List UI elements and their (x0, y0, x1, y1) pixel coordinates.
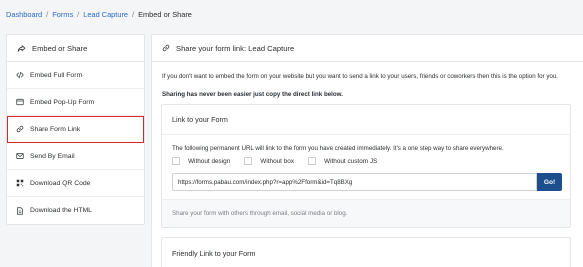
sidebar-item-label: Download the HTML (30, 207, 92, 214)
file-icon (15, 206, 24, 215)
intro-text: If you don't want to embed the form on y… (162, 73, 559, 80)
breadcrumb-dashboard[interactable]: Dashboard (6, 10, 42, 19)
code-icon (15, 71, 24, 80)
page-title: Share your form link: Lead Capture (176, 43, 295, 53)
qrcode-icon (15, 179, 24, 188)
sidebar-item-label: Embed Full Form (30, 71, 83, 79)
link-card: Link to your Form The following permanen… (161, 104, 571, 228)
breadcrumb-separator: / (77, 10, 80, 19)
sidebar-item-label: Embed Pop-Up Form (30, 98, 95, 106)
friendly-link-card-title: Friendly Link to your Form (172, 248, 256, 258)
option-without-custom-js[interactable]: Without custom JS (308, 157, 377, 165)
sidebar-item-label: Download QR Code (30, 179, 91, 187)
link-options: Without design Without box Without custo… (172, 157, 391, 165)
sidebar-item-embed-full-form[interactable]: Embed Full Form (7, 62, 144, 89)
sidebar-item-label: Send By Email (30, 152, 75, 160)
without-design-checkbox[interactable] (172, 157, 180, 165)
without-box-checkbox[interactable] (244, 157, 253, 165)
link-icon (15, 125, 24, 134)
go-button[interactable]: Go! (537, 173, 562, 191)
link-card-title: Link to your Form (162, 105, 570, 135)
sidebar-item-embed-popup-form[interactable]: Embed Pop-Up Form (7, 89, 144, 116)
breadcrumb-lead-capture[interactable]: Lead Capture (83, 10, 128, 19)
intro-bold-text: Sharing has never been easier just copy … (162, 91, 343, 98)
share-icon (17, 44, 26, 53)
link-card-description: The following permanent URL will link to… (172, 145, 504, 152)
option-without-design[interactable]: Without design (172, 157, 230, 165)
option-label: Without box (260, 157, 295, 165)
sidebar-item-download-html[interactable]: Download the HTML (7, 197, 144, 224)
sidebar: Embed or Share Embed Full Form Embed Pop… (6, 34, 145, 225)
breadcrumb-separator: / (132, 10, 135, 19)
sidebar-item-label: Share Form Link (30, 125, 81, 133)
link-card-footer: Share your form with others through emai… (162, 199, 570, 227)
option-without-box[interactable]: Without box (244, 157, 294, 165)
option-label: Without design (188, 157, 231, 165)
breadcrumb-separator: / (46, 10, 49, 19)
friendly-link-card: Friendly Link to your Form (161, 237, 571, 267)
envelope-icon (15, 152, 24, 161)
sidebar-title: Embed or Share (32, 43, 88, 53)
sidebar-item-send-by-email[interactable]: Send By Email (7, 143, 144, 170)
window-icon (15, 98, 24, 107)
link-icon (161, 44, 170, 53)
breadcrumb-forms[interactable]: Forms (52, 10, 73, 19)
form-url-input[interactable] (172, 173, 537, 191)
option-label: Without custom JS (324, 157, 378, 165)
without-custom-js-checkbox[interactable] (308, 157, 317, 165)
main-panel: Share your form link: Lead Capture If yo… (151, 34, 583, 267)
sidebar-item-download-qr-code[interactable]: Download QR Code (7, 170, 144, 197)
sidebar-header: Embed or Share (7, 35, 144, 62)
sidebar-item-share-form-link[interactable]: Share Form Link (7, 116, 144, 143)
main-header: Share your form link: Lead Capture (152, 35, 583, 62)
breadcrumb: Dashboard / Forms / Lead Capture / Embed… (6, 10, 192, 19)
url-row: Go! (172, 173, 562, 191)
breadcrumb-current: Embed or Share (138, 10, 192, 19)
